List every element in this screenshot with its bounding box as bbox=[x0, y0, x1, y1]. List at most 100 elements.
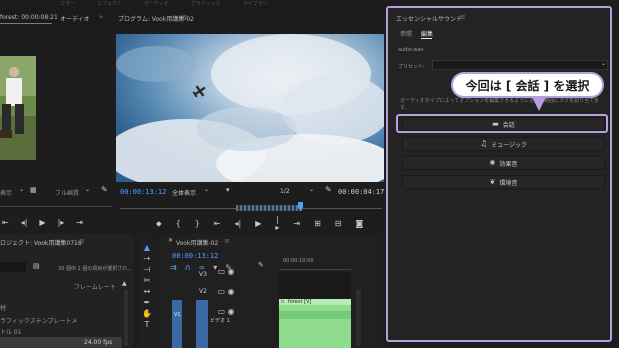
play-icon[interactable]: ▶ bbox=[255, 220, 261, 228]
faded-tab[interactable]: オーディオ bbox=[144, 0, 169, 6]
marker-flag-icon[interactable]: ▾ bbox=[226, 187, 230, 194]
source-quality-label[interactable]: フル画質 bbox=[55, 188, 79, 197]
project-panel-title[interactable]: ロジェクト: Vook用講集0718 bbox=[0, 238, 82, 247]
faded-workspace-tabs: カラー エフェクト オーディオ グラフィック ライブラリ bbox=[60, 0, 440, 6]
wrench-icon[interactable]: ✎ bbox=[258, 262, 264, 269]
timeline-scroll-right[interactable] bbox=[356, 290, 361, 346]
project-scroll-icon[interactable]: ▲ bbox=[122, 281, 127, 287]
dialogue-button[interactable]: ▬ 会話 bbox=[402, 117, 605, 131]
v1-source-patch[interactable] bbox=[172, 300, 182, 348]
program-timecode-left[interactable]: 00:00:13:12 bbox=[120, 188, 166, 196]
clip-forest[interactable]: fx forest [V] bbox=[279, 299, 351, 348]
program-menu-icon[interactable]: ≡ bbox=[182, 13, 188, 21]
essential-menu-icon[interactable]: ≡ bbox=[460, 13, 466, 21]
timeline-title[interactable]: Vook用講集-02 bbox=[176, 238, 218, 247]
track-label-v2[interactable]: V2 bbox=[199, 288, 207, 295]
quality-chevron-icon[interactable]: ⌄ bbox=[85, 187, 90, 193]
program-scrubber[interactable] bbox=[120, 202, 382, 212]
slip-tool-icon[interactable]: ↔ bbox=[144, 288, 151, 296]
pen-tool-icon[interactable]: ✒ bbox=[144, 299, 151, 307]
nest-toggle-icon[interactable]: ⇉ bbox=[170, 264, 177, 274]
tab-browse[interactable]: 参照 bbox=[400, 29, 412, 38]
mark-out-icon[interactable]: } bbox=[195, 220, 200, 228]
play-icon[interactable]: ▶ bbox=[39, 219, 45, 229]
lock-eye-icons[interactable]: ▭ ◉ bbox=[213, 288, 239, 296]
program-fit-select[interactable]: 全体表示 bbox=[172, 188, 196, 197]
go-to-out-icon[interactable]: ⇥ bbox=[293, 220, 300, 228]
program-wrench-icon[interactable]: ✎ bbox=[325, 186, 332, 194]
step-back-icon[interactable]: ◂| bbox=[21, 219, 28, 229]
source-tab-underline bbox=[0, 23, 52, 24]
project-row[interactable]: トル 01 bbox=[0, 327, 22, 336]
project-row[interactable]: ラフィックステンプレートメ bbox=[0, 316, 78, 325]
extract-icon[interactable]: ⊟ bbox=[335, 220, 342, 228]
source-chevron-icon[interactable]: ⌄ bbox=[19, 187, 24, 193]
mark-in-icon[interactable]: { bbox=[176, 220, 181, 228]
lock-eye-icons[interactable]: ▭ ◉ bbox=[213, 308, 239, 316]
fit-chevron-icon[interactable]: ⌄ bbox=[204, 187, 209, 193]
tools-panel: ▲ ⇢ ⊣ ✂ ↔ ✒ ✋ T bbox=[140, 236, 154, 348]
callout-text: 今回は [ 会話 ] を選択 bbox=[465, 78, 590, 93]
lock-eye-icons[interactable]: ▭ ◉ bbox=[213, 268, 239, 276]
ambience-button[interactable]: ❦ 環境音 bbox=[402, 175, 605, 189]
step-forward-icon[interactable]: |▸ bbox=[275, 216, 279, 232]
faded-tab[interactable]: ライブラリ bbox=[243, 0, 268, 6]
project-scrollbar[interactable] bbox=[124, 290, 128, 346]
razor-tool-icon[interactable]: ✂ bbox=[144, 277, 151, 285]
audio-mixer-tab[interactable]: オーディオ bbox=[60, 14, 90, 23]
music-button[interactable]: ♫ ミュージック bbox=[402, 137, 605, 151]
clip-label: forest [V] bbox=[288, 299, 312, 305]
mark-out-icon[interactable]: ⇥ bbox=[76, 219, 83, 229]
dialogue-label: 会話 bbox=[502, 121, 515, 129]
project-search-field[interactable] bbox=[0, 262, 26, 272]
music-note-icon: ♫ bbox=[479, 139, 488, 148]
type-tool-icon[interactable]: T bbox=[145, 321, 150, 329]
source-settings-icon[interactable]: ▦ bbox=[30, 187, 37, 194]
faded-tab[interactable]: カラー bbox=[60, 0, 75, 6]
faded-tab[interactable]: エフェクト bbox=[97, 0, 122, 6]
timeline-menu-icon[interactable]: ≡ bbox=[224, 237, 230, 245]
panel-menu-icon[interactable]: » bbox=[99, 13, 103, 21]
project-menu-icon[interactable]: ≡ bbox=[79, 237, 85, 245]
essential-sound-panel: エッセンシャルサウンド ≡ 参照 編集 audio.wav プリセット: ⌄ オ… bbox=[386, 6, 612, 342]
timeline-timecode[interactable]: 00:00:13:12 bbox=[172, 252, 218, 260]
runner-thumbnail bbox=[0, 56, 36, 160]
step-forward-icon[interactable]: |▸ bbox=[58, 219, 65, 229]
essential-sound-title[interactable]: エッセンシャルサウンド bbox=[396, 14, 462, 23]
new-bin-icon[interactable]: ▤ bbox=[33, 263, 40, 270]
track-label-v3[interactable]: V3 bbox=[199, 271, 207, 278]
lift-icon[interactable]: ⊞ bbox=[314, 220, 321, 228]
col-framerate-header[interactable]: フレームレート bbox=[74, 282, 116, 291]
mark-in-icon[interactable]: ⇤ bbox=[2, 219, 9, 229]
file-name: audio.wav bbox=[398, 47, 424, 53]
track-select-icon[interactable]: ⇢ bbox=[144, 255, 151, 263]
export-frame-icon[interactable]: ◙ bbox=[356, 220, 364, 228]
audio-type-description: オーディオタイプによってオプションを編集できるようにる選択範囲にタグを割り当てま… bbox=[400, 98, 599, 111]
source-display-label[interactable]: 表示 bbox=[0, 188, 12, 197]
v1-track-target[interactable] bbox=[196, 300, 208, 348]
program-ratio-select[interactable]: 1/2 bbox=[280, 188, 290, 195]
project-row[interactable]: 材 bbox=[0, 303, 6, 312]
ripple-edit-icon[interactable]: ⊣ bbox=[144, 266, 151, 274]
tab-edit[interactable]: 編集 bbox=[421, 29, 433, 38]
patch-v1-label: V1 bbox=[174, 312, 181, 318]
faded-tab[interactable]: グラフィック bbox=[191, 0, 221, 6]
timeline-close-icon[interactable]: ✕ bbox=[168, 238, 173, 244]
sfx-button[interactable]: ✺ 効果音 bbox=[402, 156, 605, 170]
source-tab[interactable]: forest: 00:00:08:21 bbox=[0, 14, 58, 21]
timeline-ruler[interactable] bbox=[279, 248, 351, 270]
preset-chevron-icon[interactable]: ⌄ bbox=[601, 61, 606, 67]
snap-icon[interactable]: ∩ bbox=[185, 264, 191, 274]
source-wrench-icon[interactable]: ✎ bbox=[101, 186, 108, 194]
hand-tool-icon[interactable]: ✋ bbox=[142, 310, 152, 318]
fx-badge-icon: fx bbox=[281, 299, 285, 304]
ratio-chevron-icon[interactable]: ⌄ bbox=[309, 187, 314, 193]
sfx-label: 効果音 bbox=[499, 160, 518, 168]
preset-dropdown[interactable] bbox=[432, 60, 608, 70]
go-to-in-icon[interactable]: ⇤ bbox=[214, 220, 221, 228]
selection-tool-icon[interactable]: ▲ bbox=[144, 244, 150, 252]
step-back-icon[interactable]: ◂| bbox=[235, 220, 242, 228]
add-marker-icon[interactable]: ⬥ bbox=[156, 220, 162, 228]
source-scrubber[interactable] bbox=[0, 206, 112, 207]
speech-bubble-icon: ▬ bbox=[492, 119, 499, 128]
